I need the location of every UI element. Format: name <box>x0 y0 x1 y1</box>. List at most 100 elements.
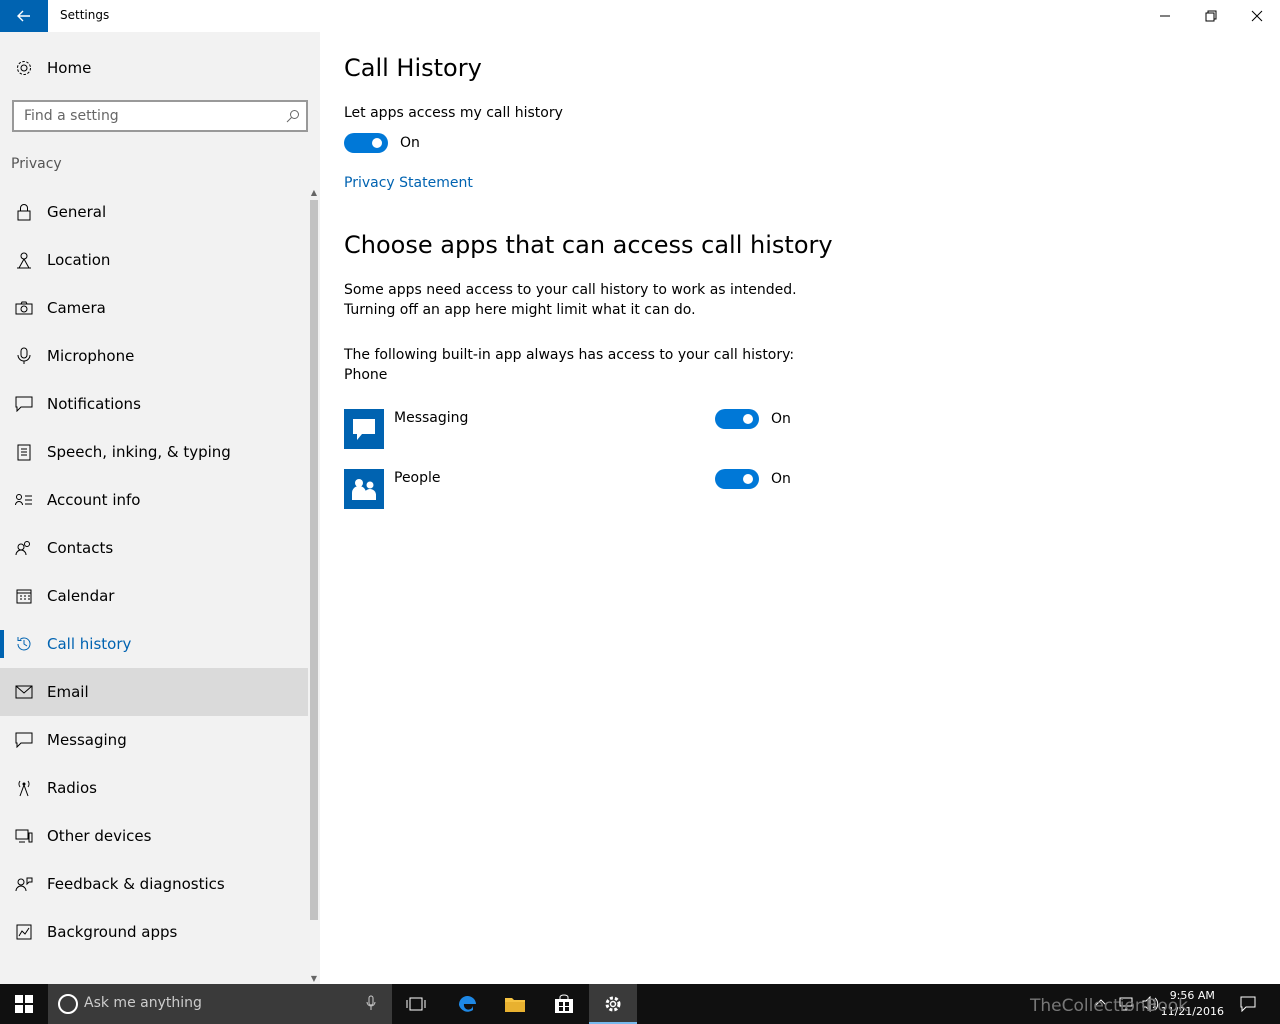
description-line-2: Turning off an app here might limit what… <box>344 302 696 318</box>
sidebar-item-background-apps[interactable]: Background apps <box>0 908 308 956</box>
windows-logo-icon <box>15 995 33 1013</box>
sidebar-item-account-info[interactable]: Account info <box>0 476 308 524</box>
minimize-button[interactable] <box>1142 0 1188 32</box>
store-button[interactable] <box>540 984 588 1024</box>
sidebar-item-notifications[interactable]: Notifications <box>0 380 308 428</box>
toggle-state-label: On <box>400 135 420 151</box>
sidebar-item-label: Messaging <box>47 731 127 749</box>
lock-icon <box>14 202 34 222</box>
sidebar-item-label: Call history <box>47 635 132 653</box>
section-label: Privacy <box>11 156 62 172</box>
builtin-app-line-1: The following built-in app always has ac… <box>344 347 795 363</box>
sidebar-item-contacts[interactable]: Contacts <box>0 524 308 572</box>
background-apps-icon <box>14 922 34 942</box>
edge-browser-icon <box>458 995 476 1012</box>
scroll-thumb[interactable] <box>310 200 318 920</box>
call-history-access-toggle[interactable] <box>344 133 388 153</box>
folder-icon <box>505 998 525 1012</box>
sidebar-item-speech[interactable]: Speech, inking, & typing <box>0 428 308 476</box>
sidebar-item-label: Background apps <box>47 923 178 941</box>
section-heading: Choose apps that can access call history <box>344 231 833 259</box>
sidebar-item-messaging[interactable]: Messaging <box>0 716 308 764</box>
privacy-nav-list: General Location Camera Microphone Notif… <box>0 188 308 956</box>
camera-icon <box>14 298 34 318</box>
back-arrow-icon <box>17 10 30 22</box>
people-toggle[interactable] <box>715 469 759 489</box>
sidebar-item-email[interactable]: Email <box>0 668 308 716</box>
sidebar-item-calendar[interactable]: Calendar <box>0 572 308 620</box>
sidebar-item-label: General <box>47 203 107 221</box>
edge-button[interactable] <box>443 984 491 1024</box>
app-name-messaging: Messaging <box>394 410 469 426</box>
devices-icon <box>14 826 34 846</box>
sidebar-item-other-devices[interactable]: Other devices <box>0 812 308 860</box>
gear-icon <box>14 58 34 78</box>
restore-button[interactable] <box>1188 0 1234 32</box>
back-button[interactable] <box>0 0 48 32</box>
sidebar-item-radios[interactable]: Radios <box>0 764 308 812</box>
task-view-icon <box>406 997 426 1011</box>
feedback-icon <box>14 874 34 894</box>
task-view-button[interactable] <box>392 984 440 1024</box>
contacts-icon <box>14 538 34 558</box>
close-icon <box>1251 10 1263 22</box>
gear-icon <box>605 996 621 1012</box>
message-icon <box>14 730 34 750</box>
cortana-search-box[interactable]: Ask me anything <box>48 984 392 1024</box>
home-label: Home <box>47 59 92 77</box>
app-name-people: People <box>394 470 441 486</box>
account-info-icon <box>14 490 34 510</box>
toggle-state-label: On <box>771 411 791 427</box>
home-nav-item[interactable]: Home <box>0 48 310 88</box>
messaging-app-icon <box>344 409 384 449</box>
builtin-app-line-2: Phone <box>344 367 388 383</box>
sidebar-item-label: Email <box>47 683 89 701</box>
restore-icon <box>1205 10 1217 22</box>
scroll-up-icon[interactable]: ▲ <box>309 188 319 198</box>
settings-taskbar-button[interactable] <box>589 984 637 1024</box>
sidebar-item-label: Other devices <box>47 827 152 845</box>
sidebar: Home Privacy General Location Camera Mic… <box>0 32 320 984</box>
history-icon <box>14 634 34 654</box>
sidebar-item-label: Radios <box>47 779 97 797</box>
start-button[interactable] <box>0 984 48 1024</box>
sidebar-item-label: Notifications <box>47 395 141 413</box>
let-apps-label: Let apps access my call history <box>344 105 563 121</box>
sidebar-item-label: Feedback & diagnostics <box>47 875 225 893</box>
sidebar-item-location[interactable]: Location <box>0 236 308 284</box>
store-bag-icon <box>555 994 573 1013</box>
sidebar-item-label: Microphone <box>47 347 135 365</box>
mail-icon <box>14 682 34 702</box>
search-box[interactable] <box>12 100 308 132</box>
sidebar-item-label: Speech, inking, & typing <box>47 443 231 461</box>
search-input[interactable] <box>14 102 274 130</box>
calendar-icon <box>14 586 34 606</box>
sidebar-item-microphone[interactable]: Microphone <box>0 332 308 380</box>
sidebar-item-label: Calendar <box>47 587 115 605</box>
toggle-state-label: On <box>771 471 791 487</box>
sidebar-item-feedback[interactable]: Feedback & diagnostics <box>0 860 308 908</box>
scroll-down-icon[interactable]: ▼ <box>309 974 319 984</box>
microphone-icon[interactable] <box>366 995 376 1011</box>
sidebar-item-camera[interactable]: Camera <box>0 284 308 332</box>
taskbar-search-placeholder: Ask me anything <box>84 995 202 1011</box>
sidebar-item-label: Account info <box>47 491 141 509</box>
file-explorer-button[interactable] <box>491 984 539 1024</box>
microphone-icon <box>14 346 34 366</box>
people-app-icon <box>344 469 384 509</box>
sidebar-item-general[interactable]: General <box>0 188 308 236</box>
action-center-icon[interactable] <box>1240 996 1256 1012</box>
messaging-toggle[interactable] <box>715 409 759 429</box>
description-line-1: Some apps need access to your call histo… <box>344 282 797 298</box>
sidebar-item-label: Camera <box>47 299 106 317</box>
watermark-text: TheCollectionBook <box>1030 996 1189 1016</box>
sidebar-scrollbar[interactable]: ▲ ▼ <box>308 188 320 984</box>
minimize-icon <box>1160 15 1170 17</box>
close-button[interactable] <box>1234 0 1280 32</box>
privacy-statement-link[interactable]: Privacy Statement <box>344 175 473 191</box>
sidebar-item-label: Location <box>47 251 111 269</box>
notifications-icon <box>14 394 34 414</box>
title-bar: Settings <box>0 0 1280 32</box>
sidebar-item-call-history[interactable]: Call history <box>0 620 308 668</box>
radio-tower-icon <box>14 778 34 798</box>
